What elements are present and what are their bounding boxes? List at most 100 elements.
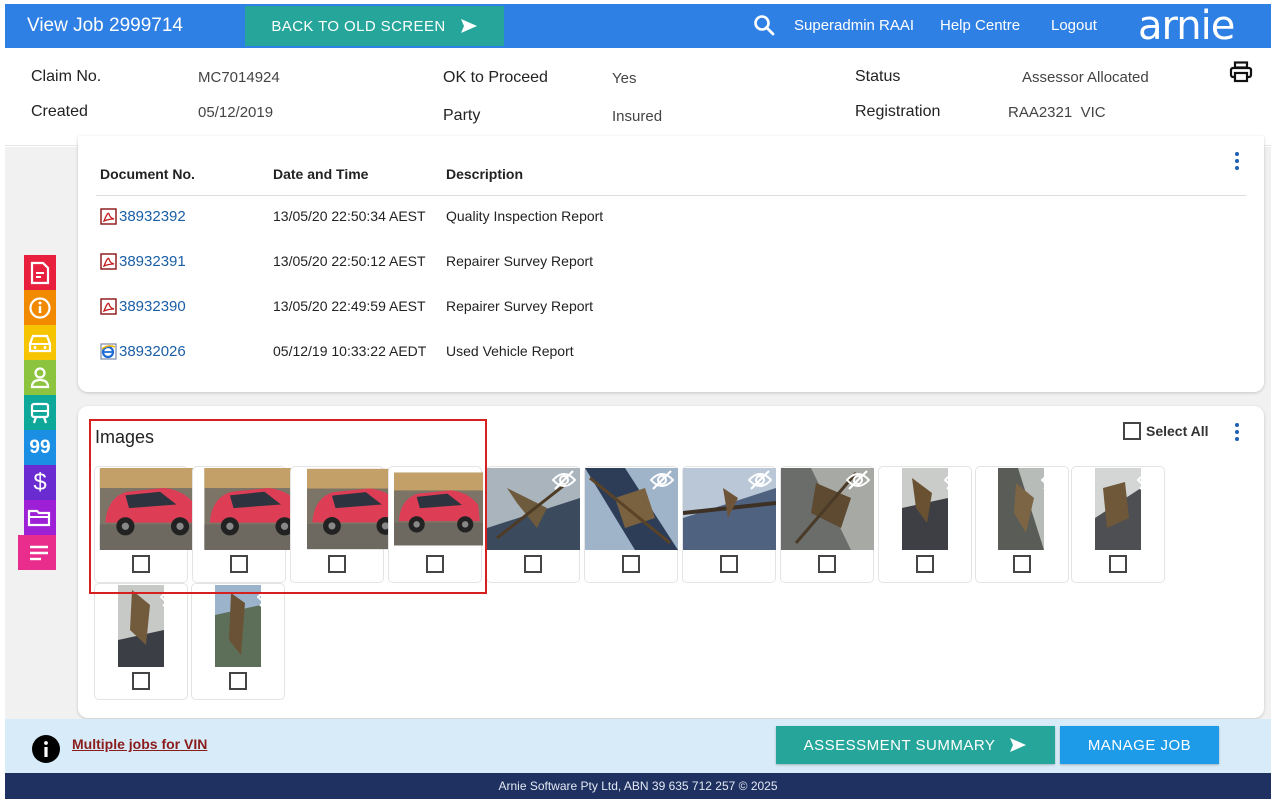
images-more-menu-icon[interactable] — [1235, 423, 1241, 441]
document-date: 13/05/20 22:50:34 AEST — [273, 208, 426, 224]
image-tile — [682, 466, 776, 583]
image-tile — [975, 466, 1069, 583]
column-description: Description — [446, 166, 524, 182]
back-to-old-screen-button[interactable]: BACK TO OLD SCREEN — [245, 6, 504, 46]
search-icon[interactable] — [753, 14, 775, 36]
part-photo-thumbnail[interactable] — [1095, 468, 1141, 550]
section-nav-rail: 99 $ — [18, 255, 58, 570]
hidden-eye-icon[interactable] — [747, 469, 773, 491]
image-tile — [94, 583, 188, 700]
part-photo-thumbnail[interactable] — [215, 585, 261, 667]
car-photo-thumbnail[interactable] — [394, 468, 483, 550]
assessment-summary-button[interactable]: ASSESSMENT SUMMARY — [776, 726, 1055, 764]
documents-more-menu-icon[interactable] — [1235, 152, 1241, 170]
copyright-footer: Arnie Software Pty Ltd, ABN 39 635 712 2… — [5, 773, 1271, 799]
quote-icon: 99 — [29, 436, 51, 458]
image-checkbox[interactable] — [132, 672, 150, 690]
nav-vehicle[interactable] — [24, 325, 56, 360]
list-icon — [29, 545, 48, 560]
pdf-icon — [100, 208, 117, 225]
select-all-box[interactable] — [1123, 422, 1141, 440]
nav-documents[interactable] — [24, 255, 56, 290]
document-date: 13/05/20 22:50:12 AEST — [273, 253, 426, 269]
hidden-eye-icon[interactable] — [943, 469, 969, 491]
image-checkbox[interactable] — [818, 555, 836, 573]
created-value: 05/12/2019 — [198, 104, 274, 121]
document-link[interactable]: 38932390 — [100, 298, 186, 315]
document-date: 13/05/20 22:49:59 AEST — [273, 298, 426, 314]
document-description: Repairer Survey Report — [446, 253, 594, 269]
hidden-eye-icon[interactable] — [1136, 469, 1162, 491]
image-tile — [780, 466, 874, 583]
column-document-no: Document No. — [100, 166, 195, 182]
ok-to-proceed-label: OK to Proceed — [443, 69, 548, 86]
car-icon — [28, 334, 52, 352]
image-checkbox[interactable] — [426, 555, 444, 573]
hidden-eye-icon[interactable] — [1040, 469, 1066, 491]
multiple-jobs-vin-link[interactable]: Multiple jobs for VIN — [72, 736, 207, 752]
hidden-eye-icon[interactable] — [256, 586, 282, 608]
print-icon[interactable] — [1229, 61, 1253, 83]
image-tile — [94, 466, 201, 583]
manage-job-button[interactable]: MANAGE JOB — [1060, 726, 1219, 764]
nav-quotes[interactable]: 99 — [24, 430, 56, 465]
hidden-eye-icon[interactable] — [551, 469, 577, 491]
part-photo-thumbnail[interactable] — [998, 468, 1044, 550]
image-checkbox[interactable] — [524, 555, 542, 573]
nav-costs[interactable]: $ — [24, 465, 56, 500]
send-arrow-icon — [1010, 738, 1027, 752]
images-title: Images — [95, 427, 155, 447]
image-checkbox[interactable] — [1013, 555, 1031, 573]
part-photo-thumbnail[interactable] — [118, 585, 164, 667]
image-checkbox[interactable] — [720, 555, 738, 573]
claim-info-panel: Claim No. MC7014924 Created 05/12/2019 O… — [5, 48, 1271, 146]
folder-icon — [27, 509, 51, 526]
image-checkbox[interactable] — [328, 555, 346, 573]
help-centre-link[interactable]: Help Centre — [940, 17, 1020, 34]
table-row: 38932391 13/05/20 22:50:12 AEST Repairer… — [78, 253, 1264, 277]
image-checkbox[interactable] — [230, 555, 248, 573]
page-title: View Job 2999714 — [27, 15, 183, 36]
logout-link[interactable]: Logout — [1051, 17, 1097, 34]
image-checkbox[interactable] — [132, 555, 150, 573]
hidden-eye-icon[interactable] — [649, 469, 675, 491]
documents-card: Document No. Date and Time Description 3… — [78, 136, 1264, 392]
image-checkbox[interactable] — [916, 555, 934, 573]
image-tile — [1071, 466, 1165, 583]
image-tile — [388, 466, 483, 583]
dollar-icon: $ — [33, 468, 47, 496]
document-link[interactable]: 38932026 — [100, 343, 186, 360]
part-photo-thumbnail[interactable] — [902, 468, 948, 550]
image-tile — [584, 466, 678, 583]
document-description: Used Vehicle Report — [446, 343, 574, 359]
document-link[interactable]: 38932392 — [100, 208, 186, 225]
table-row: 38932026 05/12/19 10:33:22 AEDT Used Veh… — [78, 343, 1264, 367]
nav-tow[interactable] — [24, 395, 56, 430]
select-all-label: Select All — [1146, 423, 1209, 439]
nav-files[interactable] — [24, 500, 56, 535]
created-label: Created — [31, 103, 88, 120]
top-bar: View Job 2999714 BACK TO OLD SCREEN Supe… — [5, 4, 1271, 48]
image-checkbox[interactable] — [622, 555, 640, 573]
nav-person[interactable] — [24, 360, 56, 395]
image-tile — [290, 466, 405, 583]
image-checkbox[interactable] — [229, 672, 247, 690]
document-link[interactable]: 38932391 — [100, 253, 186, 270]
party-value: Insured — [612, 108, 663, 125]
image-tile — [878, 466, 972, 583]
table-row: 38932392 13/05/20 22:50:34 AEST Quality … — [78, 208, 1264, 232]
tow-icon — [30, 402, 50, 423]
image-tile — [191, 583, 285, 700]
hidden-eye-icon[interactable] — [159, 586, 185, 608]
registration-value: RAA2321 VIC — [1008, 104, 1106, 121]
user-menu[interactable]: Superadmin RAAI — [794, 17, 914, 34]
party-label: Party — [443, 107, 481, 124]
select-all-checkbox[interactable]: Select All — [1123, 422, 1209, 440]
header-divider — [96, 195, 1246, 196]
car-photo-thumbnail[interactable] — [95, 468, 205, 550]
nav-info[interactable] — [24, 290, 56, 325]
image-checkbox[interactable] — [1109, 555, 1127, 573]
nav-notes[interactable] — [18, 535, 56, 570]
hidden-eye-icon[interactable] — [845, 469, 871, 491]
assessment-summary-label: ASSESSMENT SUMMARY — [803, 736, 996, 754]
